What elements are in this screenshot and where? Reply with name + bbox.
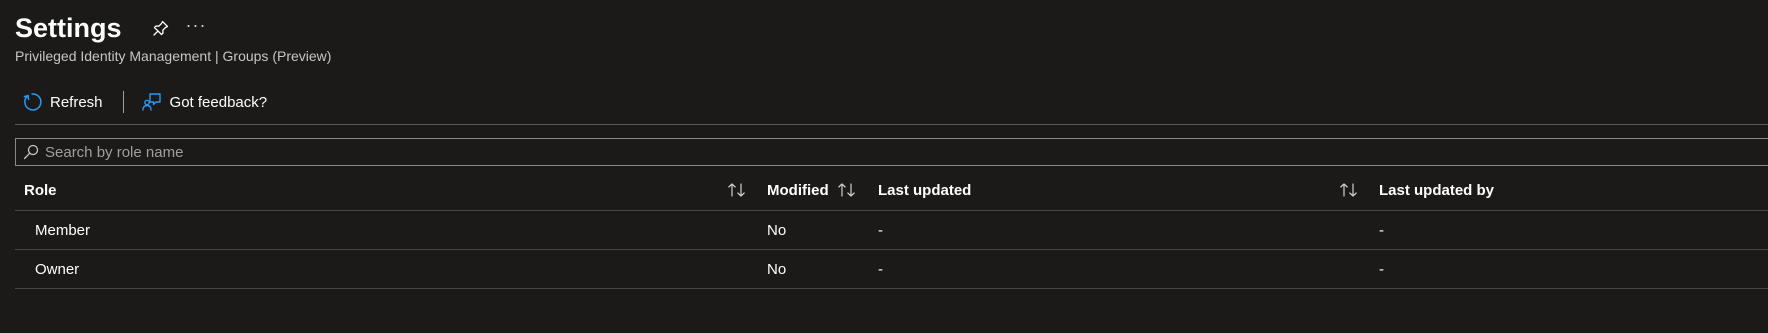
feedback-icon [141, 93, 161, 111]
search-icon [23, 143, 41, 161]
toolbar-separator [122, 91, 124, 113]
cell-last-updated: - [878, 260, 883, 278]
cell-last-updated-by: - [1379, 221, 1384, 239]
more-icon[interactable]: ··· [186, 16, 207, 40]
pin-button[interactable] [150, 17, 172, 39]
column-header-role[interactable]: Role [24, 170, 57, 210]
cell-role: Member [35, 221, 91, 239]
toolbar: Refresh Got feedback? [22, 88, 267, 116]
sort-icon[interactable] [836, 180, 858, 200]
page-header: Settings ··· [15, 8, 207, 48]
cell-role: Owner [35, 260, 80, 278]
roles-table: Role Modified Last updated Last updated … [15, 170, 1768, 289]
feedback-label: Got feedback? [169, 93, 268, 111]
table-row[interactable]: Member No - - [15, 211, 1768, 250]
cell-modified: No [767, 221, 787, 239]
pin-icon [152, 20, 168, 36]
column-header-modified[interactable]: Modified [767, 170, 829, 210]
cell-modified: No [767, 260, 787, 278]
sort-icon[interactable] [726, 180, 748, 200]
search-box[interactable] [15, 138, 1768, 166]
column-header-last-updated[interactable]: Last updated [878, 170, 971, 210]
page-title: Settings [15, 13, 122, 43]
refresh-button[interactable]: Refresh [22, 92, 103, 112]
table-row[interactable]: Owner No - - [15, 250, 1768, 289]
refresh-label: Refresh [50, 93, 103, 111]
toolbar-divider [15, 124, 1768, 125]
table-header: Role Modified Last updated Last updated … [15, 170, 1768, 211]
sort-icon[interactable] [1338, 180, 1360, 200]
page-subtitle: Privileged Identity Management | Groups … [15, 48, 332, 64]
cell-last-updated: - [878, 221, 883, 239]
feedback-button[interactable]: Got feedback? [141, 92, 268, 112]
refresh-icon [23, 93, 42, 111]
column-header-last-updated-by[interactable]: Last updated by [1379, 170, 1494, 210]
settings-page: Settings ··· Privileged Identity Managem… [0, 0, 1768, 333]
cell-last-updated-by: - [1379, 260, 1384, 278]
search-input[interactable] [45, 143, 1645, 161]
